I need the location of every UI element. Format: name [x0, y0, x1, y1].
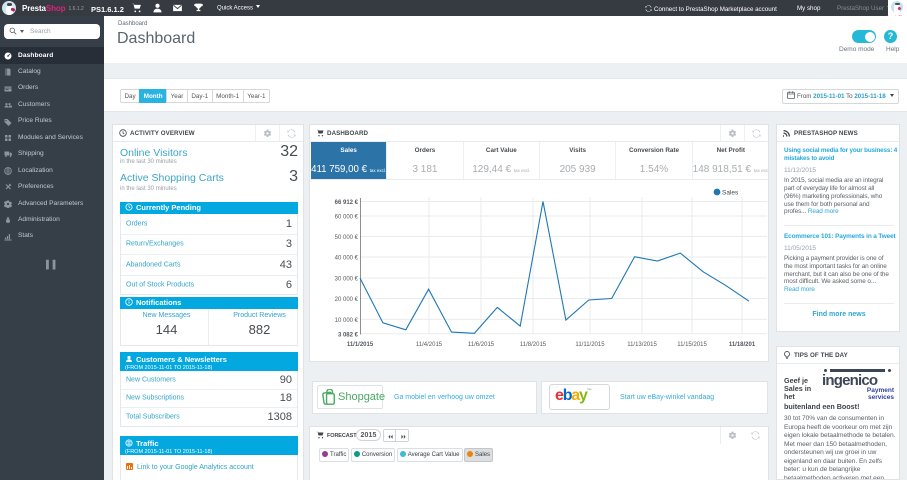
svg-text:11/11/2015: 11/11/2015	[575, 342, 605, 348]
svg-text:20 000 €: 20 000 €	[335, 297, 359, 303]
svg-text:66 912 €: 66 912 €	[335, 200, 359, 206]
svg-text:11/8/2015: 11/8/2015	[520, 342, 547, 348]
svg-text:11/15/2015: 11/15/2015	[677, 342, 707, 348]
svg-text:11/18/201: 11/18/201	[729, 342, 756, 348]
svg-text:40 000 €: 40 000 €	[335, 256, 359, 262]
svg-text:30 000 €: 30 000 €	[335, 277, 359, 283]
svg-text:11/6/2015: 11/6/2015	[468, 342, 495, 348]
svg-text:60 000 €: 60 000 €	[335, 215, 359, 221]
svg-text:50 000 €: 50 000 €	[335, 235, 359, 241]
svg-text:Sales: Sales	[722, 190, 739, 197]
svg-text:3 082 €: 3 082 €	[338, 332, 359, 338]
svg-text:11/1/2015: 11/1/2015	[347, 342, 374, 348]
svg-text:11/4/2015: 11/4/2015	[416, 342, 443, 348]
svg-text:10 000 €: 10 000 €	[335, 318, 359, 324]
svg-text:11/13/2015: 11/13/2015	[627, 342, 657, 348]
